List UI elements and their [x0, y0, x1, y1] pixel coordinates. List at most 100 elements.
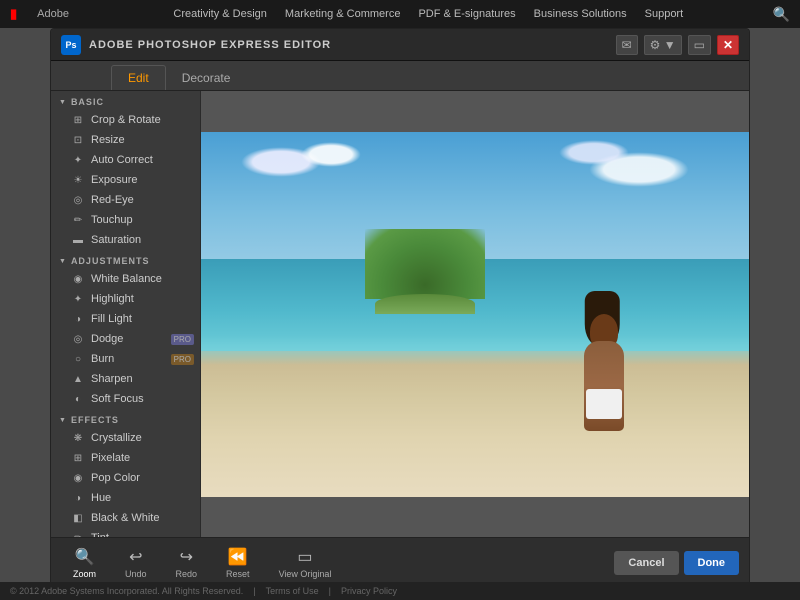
pop-color-icon: ◉ — [71, 471, 85, 485]
layout-button[interactable]: ▭ — [688, 35, 711, 55]
crop-rotate-icon: ⊞ — [71, 113, 85, 127]
terms-link[interactable]: Terms of Use — [266, 586, 319, 596]
tool-black-white[interactable]: ◧ Black & White — [51, 508, 200, 528]
tool-dodge[interactable]: ◎ Dodge PRO — [51, 329, 200, 349]
auto-correct-icon: ✦ — [71, 153, 85, 167]
tool-white-balance[interactable]: ◉ White Balance — [51, 269, 200, 289]
tool-pixelate[interactable]: ⊞ Pixelate — [51, 448, 200, 468]
resize-icon: ⊡ — [71, 133, 85, 147]
tab-edit[interactable]: Edit — [111, 65, 166, 90]
footer-separator: | — [253, 586, 255, 596]
red-eye-icon: ◎ — [71, 193, 85, 207]
burn-icon: ○ — [71, 352, 85, 366]
nav-business[interactable]: Business Solutions — [534, 8, 627, 20]
footer-separator2: | — [329, 586, 331, 596]
island — [365, 234, 485, 314]
tab-bar: Edit Decorate — [51, 61, 749, 91]
exposure-icon: ☀ — [71, 173, 85, 187]
tool-exposure[interactable]: ☀ Exposure — [51, 170, 200, 190]
app-title: ADOBE PHOTOSHOP EXPRESS EDITOR — [89, 39, 616, 51]
island-base — [375, 294, 475, 314]
beach-scene — [201, 132, 749, 497]
basic-section-label: BASIC — [71, 97, 104, 107]
adjustments-section-header: ▼ ADJUSTMENTS — [51, 250, 200, 269]
beach-sand — [201, 351, 749, 497]
adobe-logo: ▮ — [10, 6, 17, 22]
reset-button[interactable]: ⏪ Reset — [214, 542, 262, 584]
zoom-icon: 🔍 — [75, 547, 95, 567]
tool-fill-light[interactable]: ◑ Fill Light — [51, 309, 200, 329]
adjustments-section-label: ADJUSTMENTS — [71, 256, 150, 266]
copyright-text: © 2012 Adobe Systems Incorporated. All R… — [10, 586, 243, 596]
nav-pdf[interactable]: PDF & E-signatures — [418, 8, 515, 20]
tool-highlight[interactable]: ✦ Highlight — [51, 289, 200, 309]
burn-badge: PRO — [171, 354, 194, 365]
zoom-button[interactable]: 🔍 Zoom — [61, 542, 108, 584]
basic-collapse-icon[interactable]: ▼ — [59, 99, 67, 106]
tool-crystallize[interactable]: ❋ Crystallize — [51, 428, 200, 448]
photo-canvas — [201, 132, 749, 497]
redo-icon: ↪ — [180, 547, 193, 567]
nav-marketing[interactable]: Marketing & Commerce — [285, 8, 401, 20]
undo-icon: ↩ — [129, 547, 142, 567]
black-white-icon: ◧ — [71, 511, 85, 525]
soft-focus-icon: ◐ — [71, 392, 85, 406]
tool-tint[interactable]: ✏ Tint — [51, 528, 200, 537]
basic-section-header: ▼ BASIC — [51, 91, 200, 110]
effects-collapse-icon[interactable]: ▼ — [59, 417, 67, 424]
white-balance-icon: ◉ — [71, 272, 85, 286]
adjustments-collapse-icon[interactable]: ▼ — [59, 258, 67, 265]
nav-support[interactable]: Support — [645, 8, 684, 20]
crystallize-icon: ❋ — [71, 431, 85, 445]
dodge-icon: ◎ — [71, 332, 85, 346]
tool-saturation[interactable]: ▬ Saturation — [51, 230, 200, 250]
tool-touchup[interactable]: ✏ Touchup — [51, 210, 200, 230]
settings-button[interactable]: ⚙ ▼ — [644, 35, 682, 55]
footer: © 2012 Adobe Systems Incorporated. All R… — [0, 582, 800, 600]
tool-auto-correct[interactable]: ✦ Auto Correct — [51, 150, 200, 170]
view-original-button[interactable]: ▭ View Original — [267, 542, 344, 584]
pixelate-icon: ⊞ — [71, 451, 85, 465]
tool-hue[interactable]: ◑ Hue — [51, 488, 200, 508]
effects-section-header: ▼ EFFECTS — [51, 409, 200, 428]
undo-button[interactable]: ↩ Undo — [113, 542, 159, 584]
done-button[interactable]: Done — [684, 551, 740, 575]
search-icon[interactable]: 🔍 — [773, 6, 790, 23]
woman-swimsuit — [586, 389, 622, 419]
tool-crop-rotate[interactable]: ⊞ Crop & Rotate — [51, 110, 200, 130]
effects-section-label: EFFECTS — [71, 415, 119, 425]
tab-decorate[interactable]: Decorate — [166, 66, 247, 90]
highlight-icon: ✦ — [71, 292, 85, 306]
top-navigation: ▮ Adobe Creativity & Design Marketing & … — [0, 0, 800, 28]
tool-pop-color[interactable]: ◉ Pop Color — [51, 468, 200, 488]
woman-figure — [569, 291, 639, 431]
touchup-icon: ✏ — [71, 213, 85, 227]
app-container: Ps ADOBE PHOTOSHOP EXPRESS EDITOR ✉ ⚙ ▼ … — [50, 28, 750, 588]
cancel-button[interactable]: Cancel — [614, 551, 678, 575]
hue-icon: ◑ — [71, 491, 85, 505]
bottom-toolbar: 🔍 Zoom ↩ Undo ↪ Redo ⏪ Reset ▭ View Orig… — [51, 537, 749, 587]
island-hill — [365, 229, 485, 299]
share-button[interactable]: ✉ — [616, 35, 638, 55]
water-edge — [201, 336, 749, 365]
nav-creativity[interactable]: Creativity & Design — [173, 8, 267, 20]
privacy-link[interactable]: Privacy Policy — [341, 586, 397, 596]
reset-icon: ⏪ — [228, 547, 248, 567]
tool-soft-focus[interactable]: ◐ Soft Focus — [51, 389, 200, 409]
tool-burn[interactable]: ○ Burn PRO — [51, 349, 200, 369]
photoshop-icon: Ps — [61, 35, 81, 55]
redo-button[interactable]: ↪ Redo — [164, 542, 210, 584]
main-layout: ▼ BASIC ⊞ Crop & Rotate ⊡ Resize ✦ Auto … — [51, 91, 749, 537]
app-header: Ps ADOBE PHOTOSHOP EXPRESS EDITOR ✉ ⚙ ▼ … — [51, 29, 749, 61]
cloud-2 — [301, 142, 361, 167]
adobe-brand: Adobe — [37, 8, 69, 20]
tool-resize[interactable]: ⊡ Resize — [51, 130, 200, 150]
sharpen-icon: ▲ — [71, 372, 85, 386]
canvas-area — [201, 91, 749, 537]
fill-light-icon: ◑ — [71, 312, 85, 326]
close-button[interactable]: ✕ — [717, 35, 739, 55]
tool-red-eye[interactable]: ◎ Red-Eye — [51, 190, 200, 210]
dodge-badge: PRO — [171, 334, 194, 345]
tool-sharpen[interactable]: ▲ Sharpen — [51, 369, 200, 389]
nav-links: Creativity & Design Marketing & Commerce… — [104, 8, 753, 20]
